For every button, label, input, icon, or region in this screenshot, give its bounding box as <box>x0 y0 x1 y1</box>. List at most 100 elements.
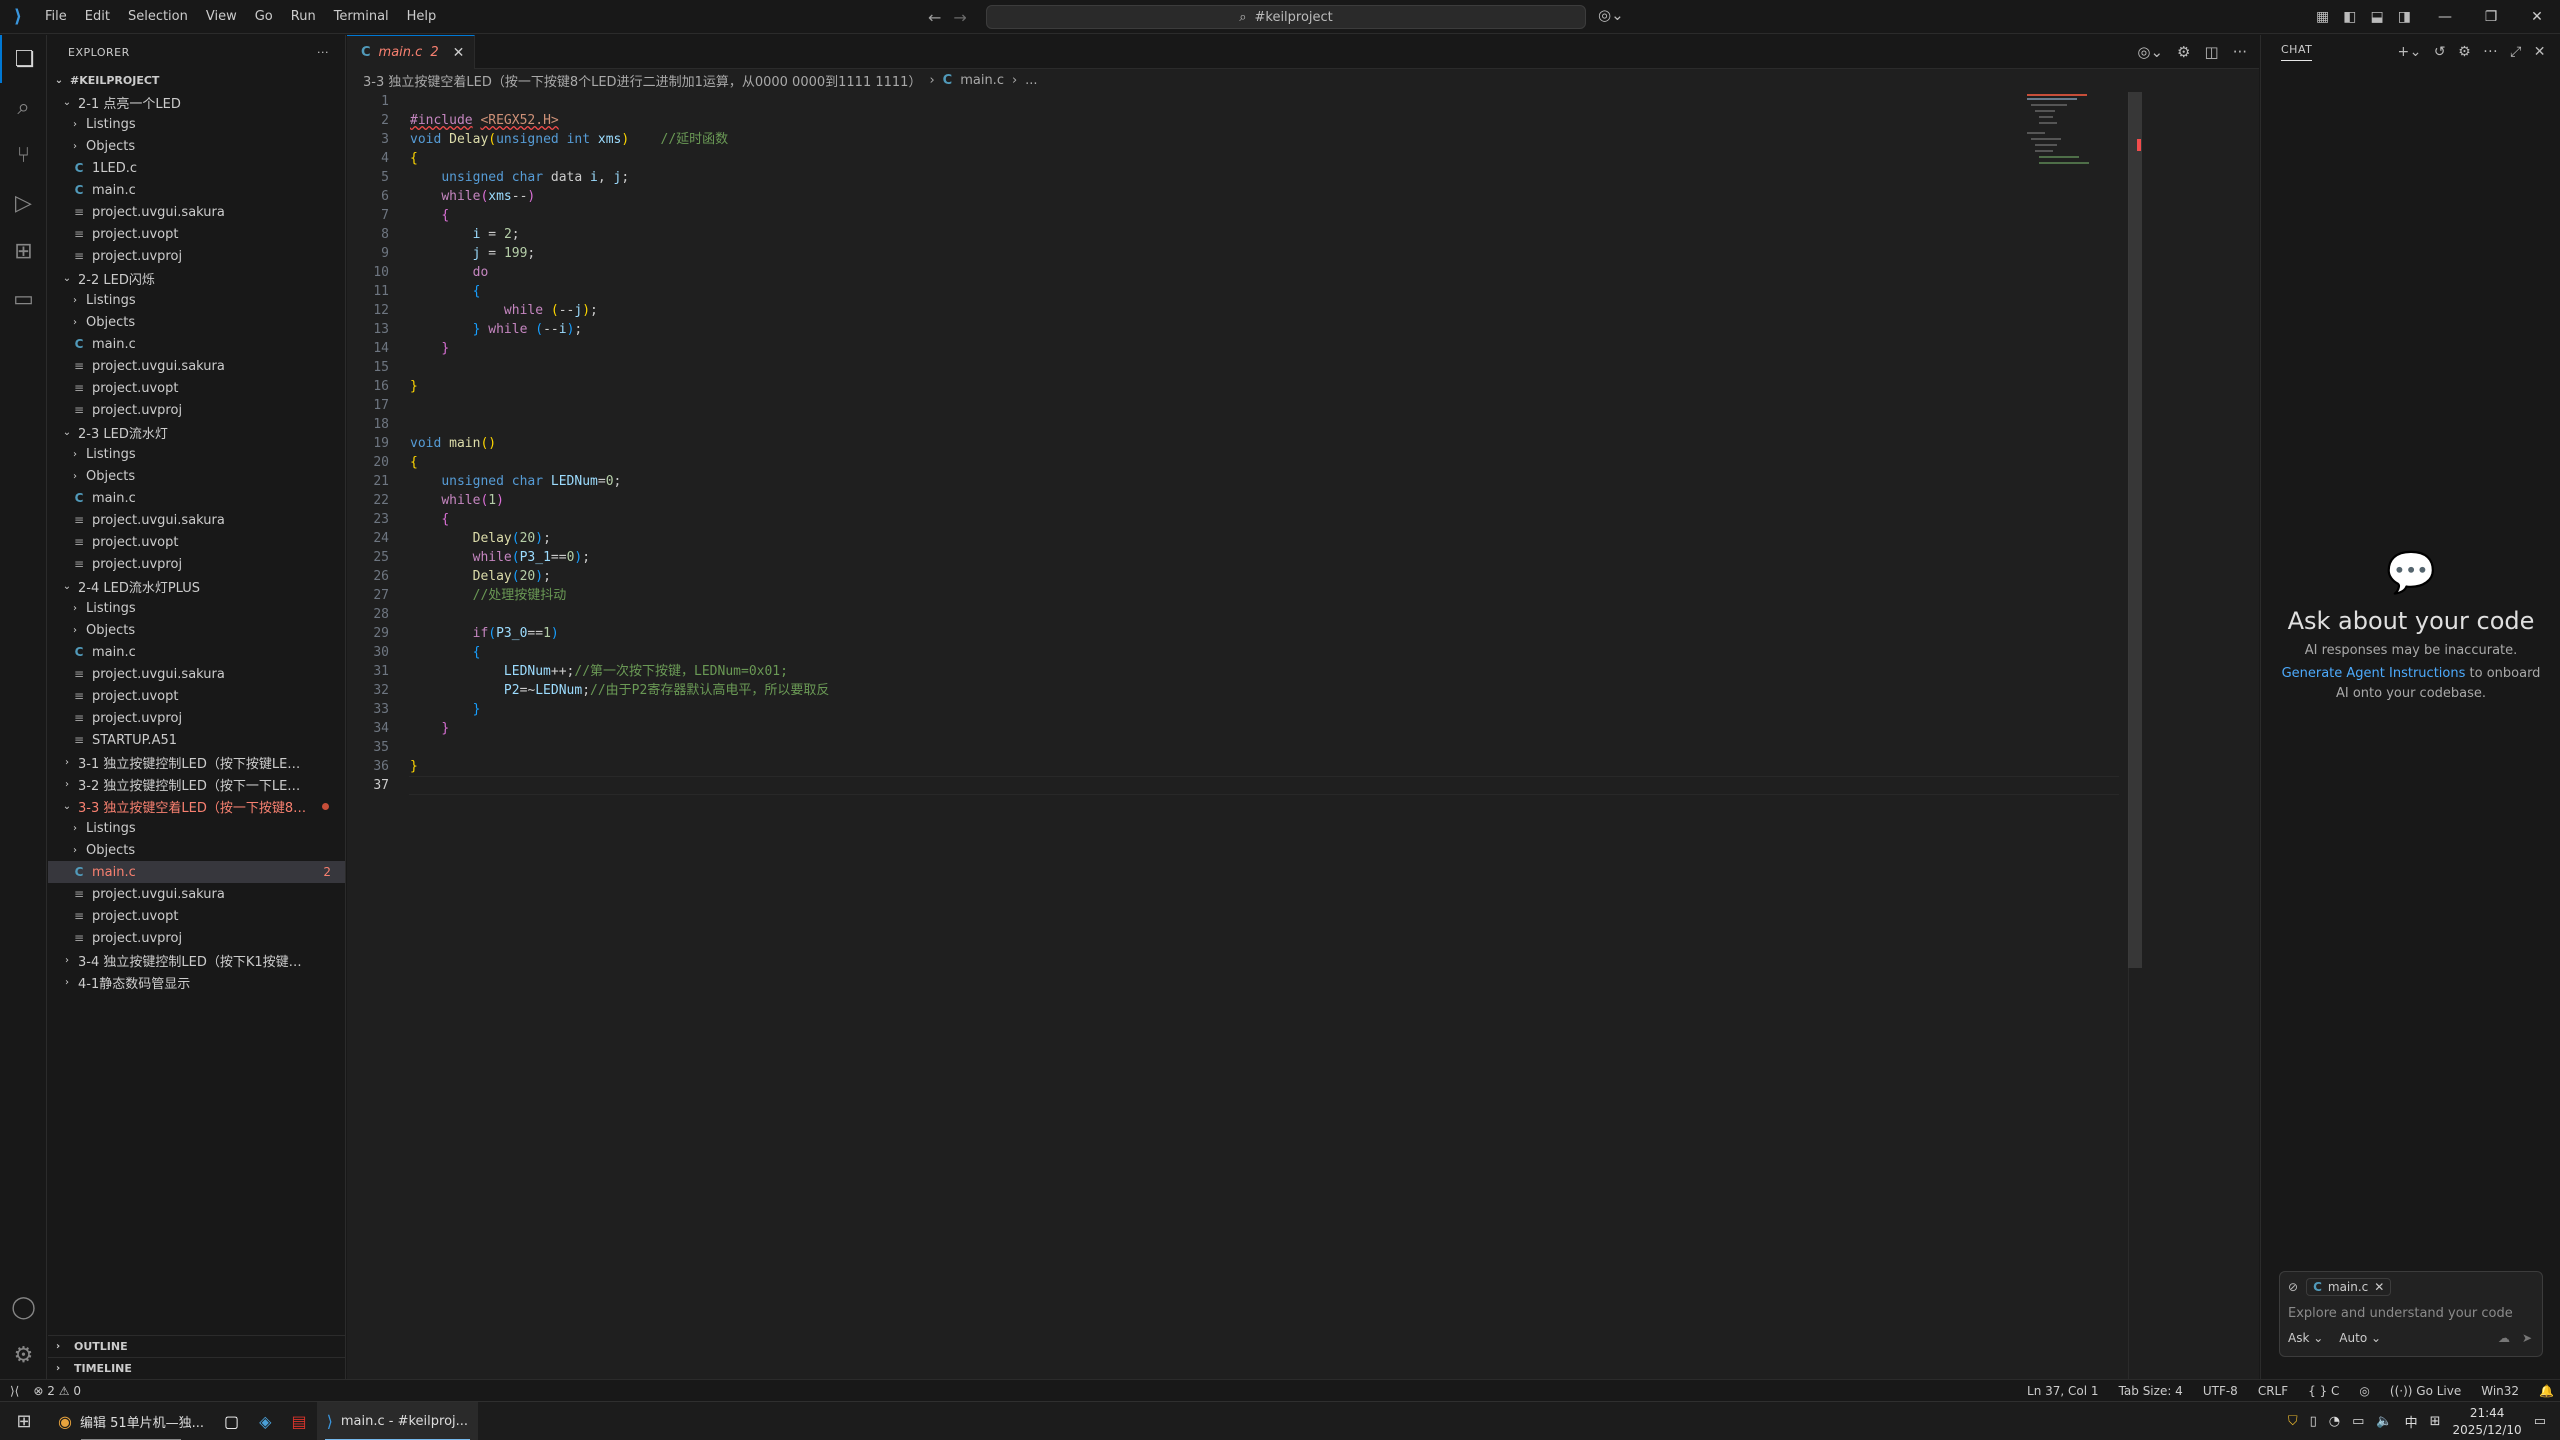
tree-file[interactable]: Cmain.c <box>48 641 345 663</box>
end-of-line[interactable]: CRLF <box>2258 1384 2288 1398</box>
tree-file[interactable]: ≡ project.uvgui.sakura <box>48 201 345 223</box>
attach-context-icon[interactable]: ⊘ <box>2288 1280 2298 1294</box>
tree-file[interactable]: ≡ project.uvopt <box>48 905 345 927</box>
tree-folder[interactable]: › 3-4 独立按键控制LED（按下K1按键，LED亮... <box>48 949 345 971</box>
breadcrumb-symbol[interactable]: ... <box>1025 73 1037 88</box>
tree-folder[interactable]: › Objects <box>48 311 345 333</box>
close-chat-icon[interactable]: ✕ <box>2534 44 2546 60</box>
tree-file[interactable]: ≡ project.uvopt <box>48 685 345 707</box>
tree-folder[interactable]: › Objects <box>48 839 345 861</box>
problems-indicator[interactable]: ⊗ 2 ⚠ 0 <box>33 1384 81 1398</box>
tree-folder[interactable]: › Listings <box>48 443 345 465</box>
tree-folder[interactable]: › Listings <box>48 597 345 619</box>
search-view-icon[interactable]: ⌕ <box>0 83 47 131</box>
taskbar-app-keil[interactable]: ◈ <box>249 1402 281 1440</box>
restore-icon[interactable]: ❐ <box>2468 0 2514 34</box>
tab-main-c[interactable]: C main.c 2 ✕ <box>347 35 476 69</box>
tree-folder[interactable]: › Objects <box>48 619 345 641</box>
menu-go[interactable]: Go <box>246 0 282 34</box>
tree-folder[interactable]: › Objects <box>48 465 345 487</box>
tree-folder[interactable]: › Objects <box>48 135 345 157</box>
copilot-edit-icon[interactable]: ◎⌄ <box>2137 43 2163 61</box>
language-mode[interactable]: { } C <box>2308 1384 2339 1398</box>
model-picker[interactable]: Auto ⌄ <box>2339 1331 2381 1345</box>
action-center-icon[interactable]: ▭ <box>2534 1414 2546 1429</box>
volume-icon[interactable]: 🔈 <box>2376 1414 2392 1429</box>
taskbar-app-notepad[interactable]: ▢ <box>214 1402 249 1440</box>
tree-file[interactable]: ≡ project.uvproj <box>48 707 345 729</box>
tree-file[interactable]: Cmain.c 2 <box>48 861 345 883</box>
history-icon[interactable]: ↺ <box>2434 44 2446 60</box>
windows-start-icon[interactable]: ⊞ <box>0 1402 48 1440</box>
clock[interactable]: 21:44 2025/12/10 <box>2453 1405 2522 1439</box>
menu-file[interactable]: File <box>36 0 76 34</box>
more-actions-icon[interactable]: ··· <box>2233 43 2247 61</box>
explorer-icon[interactable]: ❏ <box>0 35 47 83</box>
platform[interactable]: Win32 <box>2481 1384 2519 1398</box>
tree-file[interactable]: ≡ project.uvproj <box>48 245 345 267</box>
tree-file[interactable]: Cmain.c <box>48 487 345 509</box>
maximize-icon[interactable]: ⤢ <box>2510 44 2522 60</box>
new-chat-icon[interactable]: +⌄ <box>2397 44 2421 60</box>
menu-selection[interactable]: Selection <box>119 0 197 34</box>
tree-file[interactable]: ≡ project.uvgui.sakura <box>48 883 345 905</box>
chat-input-placeholder[interactable]: Explore and understand your code <box>2280 1302 2542 1325</box>
breadcrumb-folder[interactable]: 3-3 独立按键空着LED（按一下按键8个LED进行二进制加1运算，从0000 … <box>363 71 921 90</box>
customize-layout-icon[interactable]: ▦ <box>2316 9 2329 25</box>
tree-folder[interactable]: ⌄ 2-3 LED流水灯 <box>48 421 345 443</box>
menu-run[interactable]: Run <box>282 0 325 34</box>
tree-folder[interactable]: › Listings <box>48 817 345 839</box>
more-actions-icon[interactable]: ··· <box>317 46 329 59</box>
tree-file[interactable]: ≡ project.uvopt <box>48 377 345 399</box>
tree-file[interactable]: ≡ STARTUP.A51 <box>48 729 345 751</box>
vertical-scrollbar-thumb[interactable] <box>2128 92 2142 968</box>
tray-app-icon[interactable]: ◔ <box>2329 1414 2340 1429</box>
breadcrumb-file[interactable]: main.c <box>960 73 1004 88</box>
extensions-icon[interactable]: ⊞ <box>0 227 47 275</box>
tree-folder[interactable]: ⌄ 2-2 LED闪烁 <box>48 267 345 289</box>
tree-folder[interactable]: › Listings <box>48 113 345 135</box>
cursor-position[interactable]: Ln 37, Col 1 <box>2027 1384 2099 1398</box>
toggle-secondary-sidebar-icon[interactable]: ◨ <box>2398 9 2411 25</box>
tree-file[interactable]: ≡ project.uvproj <box>48 553 345 575</box>
timeline-section[interactable]: › TIMELINE <box>48 1357 346 1379</box>
tree-file[interactable]: ≡ project.uvgui.sakura <box>48 509 345 531</box>
security-shield-icon[interactable]: ⛉ <box>2288 1414 2298 1429</box>
delegate-icon[interactable]: ☁ <box>2498 1331 2510 1345</box>
copilot-menu-icon[interactable]: ◎⌄ <box>1598 6 1624 24</box>
menu-terminal[interactable]: Terminal <box>325 0 398 34</box>
source-control-icon[interactable]: ⑂ <box>0 131 47 179</box>
close-window-icon[interactable]: ✕ <box>2514 0 2560 34</box>
tree-file[interactable]: ≡ project.uvopt <box>48 223 345 245</box>
tree-folder[interactable]: ⌄ 2-1 点亮一个LED <box>48 91 345 113</box>
menu-edit[interactable]: Edit <box>76 0 119 34</box>
code-editor[interactable]: 1 2 #include <REGX52.H> 3 void Delay(unsig… <box>347 92 2127 1379</box>
chat-settings-gear-icon[interactable]: ⚙ <box>2458 44 2471 60</box>
remote-indicator-icon[interactable]: ⟩⟨ <box>10 1384 19 1398</box>
more-actions-icon[interactable]: ··· <box>2483 44 2498 60</box>
toggle-panel-icon[interactable]: ⬓ <box>2370 9 2383 25</box>
go-live-button[interactable]: ((·)) Go Live <box>2390 1384 2461 1398</box>
menu-view[interactable]: View <box>197 0 246 34</box>
notifications-bell-icon[interactable]: 🔔 <box>2539 1384 2554 1398</box>
command-center-search[interactable]: ⌕ #keilproject <box>986 5 1586 29</box>
tree-file[interactable]: ≡ project.uvproj <box>48 927 345 949</box>
account-icon[interactable]: ◯ <box>0 1283 47 1331</box>
ime-indicator[interactable]: 中 <box>2405 1412 2418 1431</box>
tree-file[interactable]: Cmain.c <box>48 179 345 201</box>
minimize-icon[interactable]: — <box>2422 0 2468 34</box>
remote-chat-icon[interactable]: ▭ <box>0 275 47 323</box>
encoding[interactable]: UTF-8 <box>2203 1384 2238 1398</box>
split-editor-icon[interactable]: ◫ <box>2205 43 2219 61</box>
remove-context-icon[interactable]: ✕ <box>2374 1280 2384 1294</box>
back-arrow-icon[interactable]: ← <box>928 8 941 27</box>
tree-folder[interactable]: › 3-1 独立按键控制LED（按下按键LED亮，松... <box>48 751 345 773</box>
workspace-root[interactable]: ⌄ #KEILPROJECT <box>48 69 345 91</box>
tree-file[interactable]: C 1LED.c <box>48 157 345 179</box>
tree-file[interactable]: ≡ project.uvgui.sakura <box>48 355 345 377</box>
tree-file[interactable]: ≡ project.uvopt <box>48 531 345 553</box>
keyboard-icon[interactable]: ⊞ <box>2430 1414 2441 1429</box>
settings-gear-icon[interactable]: ⚙ <box>2177 43 2190 61</box>
mode-picker[interactable]: Ask ⌄ <box>2288 1331 2323 1345</box>
tree-file[interactable]: Cmain.c <box>48 333 345 355</box>
